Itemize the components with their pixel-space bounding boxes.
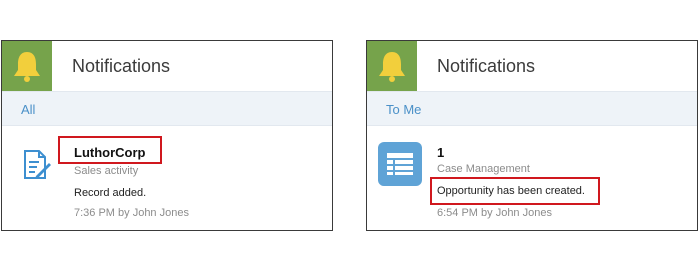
notification-meta: 7:36 PM by John Jones bbox=[74, 207, 189, 219]
notifications-bell-button[interactable] bbox=[2, 41, 52, 91]
notification-meta: 6:54 PM by John Jones bbox=[437, 207, 552, 219]
notification-message: Record added. bbox=[74, 187, 147, 199]
page-title: Notifications bbox=[437, 56, 536, 76]
highlight-box-record-name bbox=[58, 136, 162, 164]
list-app-icon bbox=[378, 142, 422, 186]
panel-header: Notifications bbox=[2, 41, 332, 91]
filter-to-me-tab[interactable]: To Me bbox=[386, 102, 421, 117]
bell-icon bbox=[379, 52, 405, 82]
notification-app-name: Sales activity bbox=[74, 165, 139, 177]
panel-header: Notifications bbox=[367, 41, 697, 91]
bell-icon bbox=[14, 52, 40, 82]
document-edit-icon bbox=[24, 150, 51, 179]
highlight-box-message bbox=[430, 177, 600, 205]
filter-bar: All bbox=[2, 91, 332, 126]
notifications-panel-to-me: Notifications To Me 1 Case Management Op… bbox=[366, 40, 698, 231]
notification-record-name[interactable]: 1 bbox=[437, 145, 444, 160]
page-title: Notifications bbox=[72, 56, 171, 76]
notifications-panel-all: Notifications All LuthorCorp Sales activ… bbox=[1, 40, 333, 231]
filter-all-tab[interactable]: All bbox=[21, 102, 35, 117]
notification-app-name: Case Management bbox=[437, 163, 530, 175]
notifications-bell-button[interactable] bbox=[367, 41, 417, 91]
filter-bar: To Me bbox=[367, 91, 697, 126]
